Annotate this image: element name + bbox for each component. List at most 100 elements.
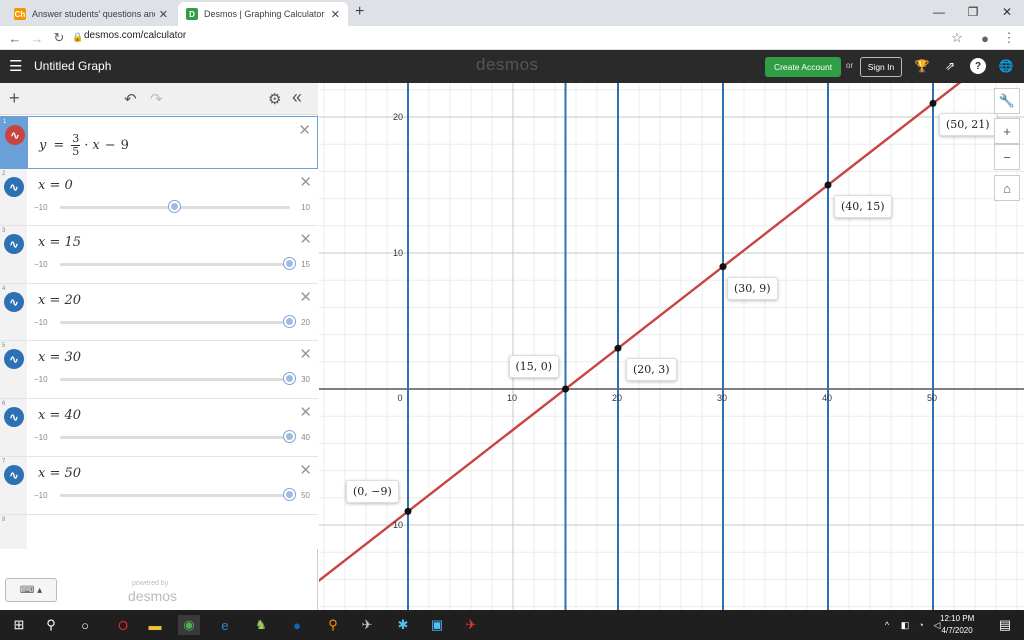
slider-max[interactable]: 20: [301, 318, 310, 327]
delete-expression-icon[interactable]: ✕: [299, 288, 312, 306]
delete-expression-icon[interactable]: ✕: [299, 403, 312, 421]
redo-icon[interactable]: ↷: [150, 90, 163, 108]
app-icon[interactable]: ✈: [460, 615, 482, 635]
minimize-icon[interactable]: —: [922, 2, 956, 22]
expression-row-function[interactable]: 1 ∿ y = 35 · x −9 ✕: [0, 116, 318, 169]
windows-start-icon[interactable]: ⊞: [8, 615, 30, 635]
point-label[interactable]: (20, 3): [626, 358, 677, 382]
forward-icon[interactable]: →: [28, 29, 46, 47]
share-icon[interactable]: ⇗: [942, 58, 958, 74]
zoom-out-button[interactable]: −: [994, 144, 1020, 170]
slider-max[interactable]: 30: [301, 375, 310, 384]
chrome-icon[interactable]: ◉: [178, 615, 200, 635]
back-icon[interactable]: ←: [6, 29, 24, 47]
slider-track[interactable]: [60, 321, 290, 324]
search-icon[interactable]: ⚲: [40, 615, 62, 635]
delete-expression-icon[interactable]: ✕: [299, 230, 312, 248]
function-graph-icon[interactable]: ∿: [4, 349, 24, 369]
hamburger-menu-icon[interactable]: ☰: [9, 57, 22, 75]
slider-min[interactable]: −10: [34, 375, 48, 384]
slider-min[interactable]: −10: [34, 318, 48, 327]
close-window-icon[interactable]: ✕: [990, 2, 1024, 22]
wrench-icon[interactable]: 🔧: [994, 88, 1020, 114]
more-menu-icon[interactable]: ⋮: [1000, 29, 1018, 47]
create-account-button[interactable]: Create Account: [765, 57, 841, 77]
slider-thumb[interactable]: [169, 201, 180, 212]
url-field[interactable]: desmos.com/calculator: [84, 30, 186, 41]
trophy-icon[interactable]: 🏆: [914, 58, 930, 74]
file-explorer-icon[interactable]: ▬: [144, 615, 166, 635]
slider-max[interactable]: 40: [301, 433, 310, 442]
function-graph-icon[interactable]: ∿: [4, 177, 24, 197]
slider-expression[interactable]: x = 50: [38, 466, 81, 481]
slider-track[interactable]: [60, 378, 290, 381]
settings-gear-icon[interactable]: ⚙: [268, 90, 281, 108]
slider-min[interactable]: −10: [34, 203, 48, 212]
slider-max[interactable]: 50: [301, 491, 310, 500]
slider-thumb[interactable]: [284, 258, 295, 269]
app-icon[interactable]: ✈: [356, 615, 378, 635]
slider-track[interactable]: [60, 263, 290, 266]
zoom-in-button[interactable]: +: [994, 118, 1020, 144]
browser-tab-answer[interactable]: Ch Answer students' questions and ear ✕: [6, 2, 176, 26]
slider-max[interactable]: 15: [301, 260, 310, 269]
globe-icon[interactable]: 🌐: [998, 58, 1014, 74]
expression-row-slider[interactable]: 2 ∿ x = 0 ✕ −10 10: [0, 169, 318, 226]
expression-row-slider[interactable]: 4 ∿ x = 20 ✕ −10 20: [0, 284, 318, 341]
delete-expression-icon[interactable]: ✕: [298, 121, 311, 139]
bookmark-star-icon[interactable]: ☆: [948, 29, 966, 47]
collapse-panel-icon[interactable]: «: [292, 87, 302, 108]
slider-min[interactable]: −10: [34, 260, 48, 269]
slider-expression[interactable]: x = 15: [38, 235, 81, 250]
slider-thumb[interactable]: [284, 489, 295, 500]
keyboard-toggle-button[interactable]: ⌨ ▴: [5, 578, 57, 602]
function-graph-icon[interactable]: ∿: [4, 292, 24, 312]
slider-min[interactable]: −10: [34, 491, 48, 500]
close-tab-icon[interactable]: ✕: [331, 8, 340, 21]
expression-row-slider[interactable]: 6 ∿ x = 40 ✕ −10 40: [0, 399, 318, 457]
slider-thumb[interactable]: [284, 373, 295, 384]
new-tab-button[interactable]: +: [355, 3, 364, 21]
point-label[interactable]: (15, 0): [508, 355, 560, 378]
sign-in-button[interactable]: Sign In: [860, 57, 902, 77]
edge-icon[interactable]: e: [214, 615, 236, 635]
graph-svg[interactable]: 0 10 20 30 40 50 20 10 10: [319, 83, 1024, 610]
function-expression[interactable]: y = 35 · x −9: [39, 133, 129, 158]
slider-thumb[interactable]: [284, 431, 295, 442]
slider-thumb[interactable]: [284, 316, 295, 327]
expression-row-slider[interactable]: 3 ∿ x = 15 ✕ −10 15: [0, 226, 318, 284]
app-icon[interactable]: ●: [286, 615, 308, 635]
delete-expression-icon[interactable]: ✕: [299, 345, 312, 363]
slider-track[interactable]: [60, 436, 290, 439]
app-icon[interactable]: ✱: [392, 615, 414, 635]
function-graph-icon[interactable]: ∿: [4, 407, 24, 427]
expression-row-empty[interactable]: 8: [0, 515, 318, 549]
slider-min[interactable]: −10: [34, 433, 48, 442]
task-view-icon[interactable]: ○: [74, 615, 96, 635]
add-expression-button[interactable]: +: [9, 88, 20, 109]
slider-max[interactable]: 10: [301, 203, 310, 212]
slider-expression[interactable]: x = 0: [38, 178, 73, 193]
reload-icon[interactable]: ↻: [50, 29, 68, 47]
opera-icon[interactable]: O: [112, 615, 134, 635]
point-label[interactable]: (40, 15): [834, 195, 892, 218]
function-graph-icon[interactable]: ∿: [4, 465, 24, 485]
expression-row-slider[interactable]: 7 ∿ x = 50 ✕ −10 50: [0, 457, 318, 515]
profile-icon[interactable]: ●: [976, 29, 994, 47]
expression-row-slider[interactable]: 5 ∿ x = 30 ✕ −10 30: [0, 341, 318, 399]
function-graph-icon[interactable]: ∿: [5, 125, 25, 145]
slider-expression[interactable]: x = 30: [38, 350, 81, 365]
app-icon[interactable]: ⚲: [322, 615, 344, 635]
restore-icon[interactable]: ❐: [956, 2, 990, 22]
delete-expression-icon[interactable]: ✕: [299, 461, 312, 479]
point-label[interactable]: (30, 9): [727, 276, 778, 300]
point-label[interactable]: (0, −9): [346, 480, 399, 504]
slider-track[interactable]: [60, 494, 290, 497]
close-tab-icon[interactable]: ✕: [159, 8, 168, 21]
function-graph-icon[interactable]: ∿: [4, 234, 24, 254]
app-icon[interactable]: ♞: [250, 615, 272, 635]
slider-expression[interactable]: x = 40: [38, 408, 81, 423]
clock[interactable]: 12:10 PM 4/7/2020: [940, 613, 974, 637]
app-icon[interactable]: ▣: [426, 615, 448, 635]
browser-tab-desmos[interactable]: D Desmos | Graphing Calculator ✕: [178, 2, 348, 26]
